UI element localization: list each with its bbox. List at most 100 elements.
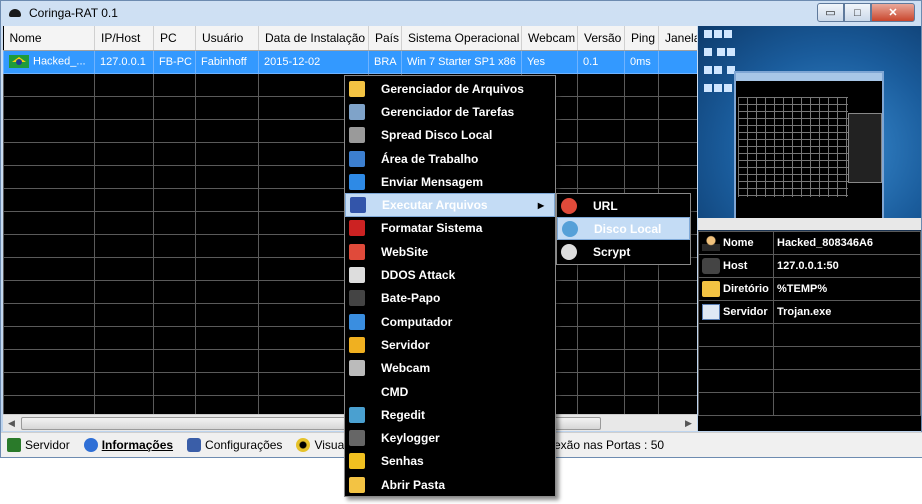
info-label-cell: Servidor bbox=[698, 300, 774, 324]
empty-cell bbox=[94, 118, 154, 143]
cell-text: Hacked_... bbox=[33, 55, 86, 68]
cell-text: 0.1 bbox=[583, 55, 599, 68]
close-button[interactable]: ✕ bbox=[871, 3, 915, 22]
empty-cell bbox=[658, 302, 697, 327]
menu-item-webcam[interactable]: Webcam bbox=[345, 357, 555, 380]
execute-files-submenu: URL Disco Local Scrypt bbox=[556, 193, 691, 265]
empty-cell bbox=[773, 392, 921, 416]
column-header[interactable]: Usuário bbox=[195, 26, 259, 51]
table-cell-ping: 0ms bbox=[624, 49, 659, 74]
desktop-icon bbox=[349, 150, 365, 167]
column-header[interactable]: IP/Host bbox=[94, 26, 154, 51]
submenu-item-label: URL bbox=[593, 198, 618, 213]
menu-item-gerenciador-de-tarefas[interactable]: Gerenciador de Tarefas bbox=[345, 100, 555, 123]
status-visualizar[interactable]: Visuali bbox=[296, 438, 350, 452]
table-cell-pais: BRA bbox=[368, 49, 402, 74]
menu-item-label: Gerenciador de Arquivos bbox=[381, 81, 524, 96]
context-menu: Gerenciador de Arquivos Gerenciador de Ta… bbox=[344, 75, 556, 497]
empty-cell bbox=[94, 302, 154, 327]
menu-item-keylogger[interactable]: Keylogger bbox=[345, 426, 555, 449]
menu-item-formatar-sistema[interactable]: Formatar Sistema bbox=[345, 217, 555, 240]
menu-item-spread-disco-local[interactable]: Spread Disco Local bbox=[345, 124, 555, 147]
install-icon bbox=[562, 220, 578, 237]
menu-item-label: WebSite bbox=[381, 244, 429, 259]
menu-item-label: CMD bbox=[381, 384, 409, 399]
menu-item-label: Servidor bbox=[381, 337, 430, 352]
empty-cell bbox=[658, 348, 697, 373]
cell-text: FB-PC bbox=[159, 55, 192, 68]
empty-cell bbox=[94, 348, 154, 373]
submenu-item-scrypt[interactable]: Scrypt bbox=[557, 240, 690, 263]
empty-cell bbox=[195, 348, 259, 373]
empty-cell bbox=[94, 187, 154, 212]
column-header[interactable]: Janelas bbox=[658, 26, 697, 51]
empty-cell bbox=[195, 141, 259, 166]
menu-item-regedit[interactable]: Regedit bbox=[345, 403, 555, 426]
empty-cell bbox=[624, 394, 659, 414]
status-configuracoes-label: Configurações bbox=[205, 438, 283, 452]
empty-cell bbox=[153, 325, 196, 350]
empty-cell bbox=[577, 118, 625, 143]
empty-cell bbox=[577, 325, 625, 350]
empty-cell bbox=[195, 256, 259, 281]
empty-cell bbox=[624, 325, 659, 350]
empty-cell bbox=[94, 141, 154, 166]
empty-cell bbox=[153, 233, 196, 258]
column-header[interactable]: País bbox=[368, 26, 402, 51]
menu-item-servidor[interactable]: Servidor bbox=[345, 333, 555, 356]
window-controls: ▭ □ ✕ bbox=[817, 3, 915, 22]
preview-scrollbar[interactable] bbox=[698, 218, 921, 230]
scroll-left-arrow-icon[interactable]: ◀ bbox=[3, 415, 20, 432]
info-value: 127.0.0.1:50 bbox=[773, 254, 921, 278]
empty-cell bbox=[577, 164, 625, 189]
empty-cell bbox=[195, 394, 259, 414]
maximize-button[interactable]: □ bbox=[844, 3, 871, 22]
regedit-icon bbox=[349, 406, 365, 423]
info-value: %TEMP% bbox=[773, 277, 921, 301]
empty-cell bbox=[153, 164, 196, 189]
cell-text: Fabinhoff bbox=[201, 55, 247, 68]
preview-window-thumbnail bbox=[734, 71, 884, 221]
status-informacoes[interactable]: Informações bbox=[83, 438, 173, 452]
menu-item-cmd[interactable]: CMD bbox=[345, 380, 555, 403]
menu-item-label: Regedit bbox=[381, 407, 426, 422]
menu-item-ddos-attack[interactable]: DDOS Attack bbox=[345, 263, 555, 286]
menu-item-senhas[interactable]: Senhas bbox=[345, 450, 555, 473]
empty-cell bbox=[658, 95, 697, 120]
virus-icon bbox=[349, 220, 365, 237]
menu-item-area-de-trabalho[interactable]: Área de Trabalho bbox=[345, 147, 555, 170]
submenu-item-disco-local[interactable]: Disco Local bbox=[557, 217, 690, 240]
message-icon bbox=[349, 173, 365, 190]
minimize-button[interactable]: ▭ bbox=[817, 3, 844, 22]
chrome-icon bbox=[349, 243, 365, 260]
empty-cell bbox=[3, 371, 95, 396]
scroll-right-arrow-icon[interactable]: ▶ bbox=[680, 415, 697, 432]
column-header[interactable]: Versão bbox=[577, 26, 625, 51]
table-row[interactable]: Hacked_... 127.0.0.1 FB-PC Fabinhoff 2015-12… bbox=[3, 49, 697, 74]
column-header[interactable]: Sistema Operacional bbox=[401, 26, 522, 51]
empty-cell bbox=[94, 233, 154, 258]
column-header[interactable]: PC bbox=[153, 26, 196, 51]
menu-item-gerenciador-de-arquivos[interactable]: Gerenciador de Arquivos bbox=[345, 77, 555, 100]
status-configuracoes[interactable]: Configurações bbox=[187, 438, 282, 452]
menu-item-executar-arquivos[interactable]: Executar Arquivos ▶ bbox=[345, 193, 555, 217]
menu-item-website[interactable]: WebSite bbox=[345, 240, 555, 263]
menu-item-enviar-mensagem[interactable]: Enviar Mensagem bbox=[345, 170, 555, 193]
empty-cell bbox=[624, 95, 659, 120]
menu-item-computador[interactable]: Computador bbox=[345, 310, 555, 333]
empty-cell bbox=[624, 371, 659, 396]
menu-item-label: Abrir Pasta bbox=[381, 477, 446, 492]
computer-icon bbox=[349, 313, 365, 330]
menu-item-bate-papo[interactable]: Bate-Papo bbox=[345, 287, 555, 310]
empty-cell bbox=[698, 392, 774, 416]
empty-cell bbox=[3, 210, 95, 235]
status-servidor-label: Servidor bbox=[25, 438, 70, 452]
column-header[interactable]: Ping bbox=[624, 26, 659, 51]
column-header[interactable]: Webcam bbox=[521, 26, 578, 51]
column-header[interactable]: Data de Instalação bbox=[258, 26, 369, 51]
cell-text: 2015-12-02 bbox=[264, 55, 321, 68]
menu-item-abrir-pasta[interactable]: Abrir Pasta bbox=[345, 473, 555, 496]
status-servidor[interactable]: Servidor bbox=[7, 438, 70, 452]
submenu-item-url[interactable]: URL bbox=[557, 194, 690, 217]
column-header[interactable]: Nome bbox=[3, 26, 95, 51]
